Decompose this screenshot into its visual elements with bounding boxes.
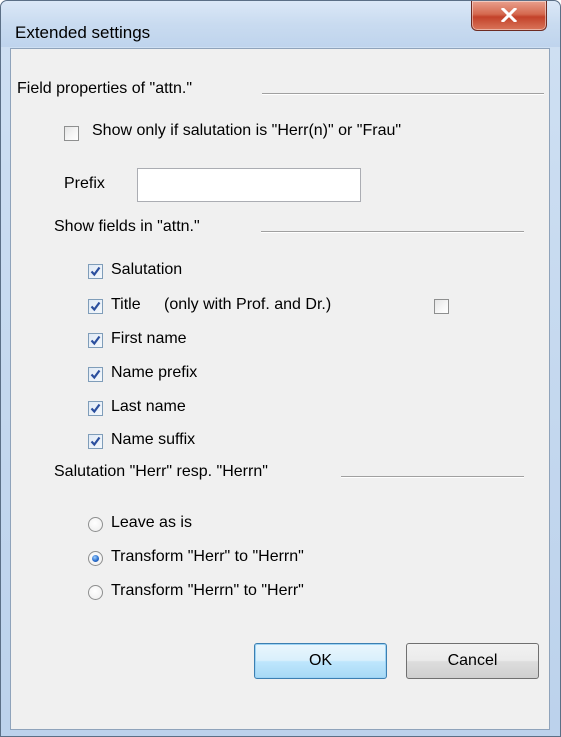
show-fields-group-title: Show fields in "attn." (54, 218, 206, 236)
field-props-group-title: Field properties of "attn." (17, 80, 198, 98)
first-name-label[interactable]: First name (111, 330, 187, 348)
last-name-checkbox[interactable] (88, 401, 103, 416)
name-suffix-checkbox[interactable] (88, 434, 103, 449)
salutation-separator (341, 476, 524, 478)
show-fields-separator (261, 231, 524, 233)
dialog-window: Extended settings Field properties of "a… (0, 0, 561, 737)
name-prefix-checkbox[interactable] (88, 367, 103, 382)
show-only-label[interactable]: Show only if salutation is "Herr(n)" or … (92, 122, 401, 140)
check-icon (90, 403, 101, 414)
ok-button[interactable]: OK (254, 643, 387, 679)
window-title: Extended settings (15, 23, 151, 42)
herr-to-herrn-radio[interactable] (88, 551, 103, 566)
name-prefix-label[interactable]: Name prefix (111, 364, 197, 382)
radio-selected-dot (92, 555, 99, 562)
first-name-checkbox[interactable] (88, 333, 103, 348)
cancel-button[interactable]: Cancel (406, 643, 539, 679)
title-bar[interactable]: Extended settings (1, 1, 560, 47)
herrn-to-herr-radio[interactable] (88, 585, 103, 600)
leave-as-is-label[interactable]: Leave as is (111, 514, 192, 532)
title-extra-label: (only with Prof. and Dr.) (164, 296, 332, 313)
prefix-label: Prefix (64, 175, 105, 192)
prefix-input[interactable] (137, 168, 361, 202)
check-icon (90, 369, 101, 380)
check-icon (90, 266, 101, 277)
last-name-label[interactable]: Last name (111, 398, 186, 416)
field-props-separator (262, 93, 544, 95)
salutation-checkbox[interactable] (88, 264, 103, 279)
salutation-label[interactable]: Salutation (111, 261, 182, 279)
herrn-to-herr-label[interactable]: Transform "Herrn" to "Herr" (111, 582, 304, 600)
title-extra-checkbox[interactable] (434, 299, 449, 314)
name-suffix-label[interactable]: Name suffix (111, 431, 195, 449)
check-icon (90, 335, 101, 346)
check-icon (90, 436, 101, 447)
close-button[interactable] (471, 1, 547, 31)
close-x-icon (500, 8, 518, 22)
leave-as-is-radio[interactable] (88, 517, 103, 532)
herr-to-herrn-label[interactable]: Transform "Herr" to "Herrn" (111, 548, 304, 566)
title-label[interactable]: Title (111, 296, 141, 314)
show-only-checkbox[interactable] (64, 126, 79, 141)
title-checkbox[interactable] (88, 299, 103, 314)
dialog-client-area: Field properties of "attn." Show only if… (10, 48, 550, 730)
salutation-group-title: Salutation "Herr" resp. "Herrn" (54, 463, 274, 481)
check-icon (90, 301, 101, 312)
